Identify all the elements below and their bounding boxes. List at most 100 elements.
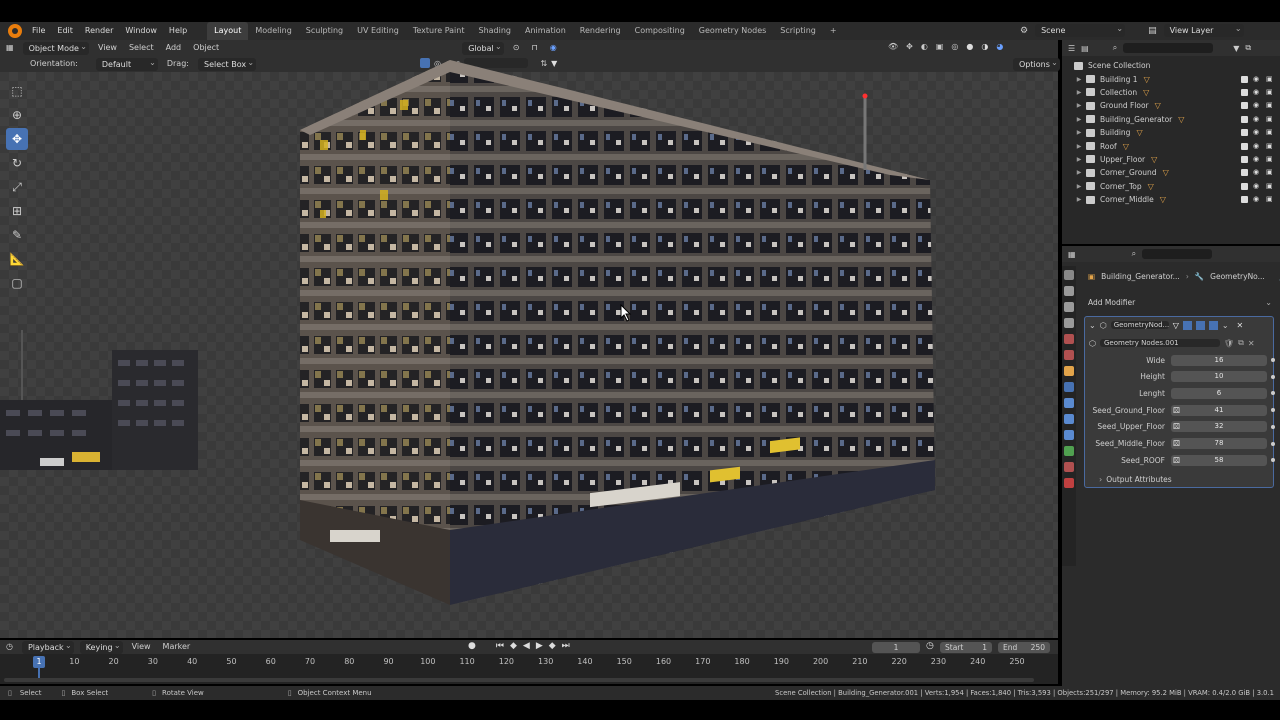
drag-selector[interactable]: Select Box [197, 56, 257, 71]
eye-icon[interactable]: ◉ [1253, 196, 1261, 203]
camera-icon[interactable]: ▣ [1266, 142, 1274, 150]
keyframe-dot-icon[interactable] [1271, 408, 1275, 413]
transform-orientation-selector[interactable]: Global [462, 40, 504, 55]
camera-icon[interactable]: ▣ [1266, 75, 1274, 83]
modifier-input-value[interactable]: 32 [1171, 421, 1267, 433]
output-attributes-subpanel[interactable]: › Output Attributes [1099, 475, 1172, 484]
eye-icon[interactable]: ◉ [1253, 129, 1261, 136]
new-collection-icon[interactable]: ⧉ [1245, 43, 1251, 53]
eye-icon[interactable]: ◉ [1253, 155, 1261, 163]
outliner-editor-icon[interactable]: ☰ [1068, 44, 1075, 53]
mode-selector[interactable]: Object Mode [22, 40, 89, 55]
move-tool-icon[interactable]: ✥ [6, 128, 28, 150]
outliner-item[interactable]: ▶ Collection ▽ ◉ ▣ [1062, 86, 1280, 99]
timeline-scrubber[interactable]: 1 10 20 30 40 50 60 70 80 90 100 110 120 130 140 150 160… [0, 654, 1058, 684]
timeline-editor-icon[interactable]: ◷ [0, 639, 19, 655]
play-reverse-icon[interactable]: ◀ [523, 641, 530, 651]
timeline-view-menu[interactable]: View [126, 639, 157, 655]
shading-wireframe-icon[interactable]: ◎ [951, 42, 958, 51]
exclude-checkbox[interactable] [1241, 142, 1248, 150]
play-icon[interactable]: ▶ [536, 641, 543, 651]
outliner-item[interactable]: ▶ Corner_Ground ▽ ◉ ▣ [1062, 166, 1280, 179]
shading-material-icon[interactable]: ◑ [981, 42, 988, 51]
outliner-item[interactable]: ▶ Building ▽ ◉ ▣ [1062, 126, 1280, 139]
xray-icon[interactable]: ▣ [936, 42, 944, 51]
tab-scripting[interactable]: Scripting [773, 22, 823, 40]
cage-toggle-icon[interactable] [1182, 320, 1192, 330]
scale-tool-icon[interactable]: ⤢ [6, 176, 28, 198]
exclude-checkbox[interactable] [1241, 182, 1248, 190]
remove-modifier-icon[interactable]: ✕ [1237, 321, 1244, 330]
prev-key-icon[interactable]: ◆ [510, 641, 517, 651]
menu-edit[interactable]: Edit [51, 22, 79, 40]
outliner-scene-collection[interactable]: Scene Collection [1062, 59, 1280, 72]
outliner-search-icon[interactable]: ⌕ [1113, 43, 1117, 53]
camera-icon[interactable]: ▣ [1266, 115, 1274, 123]
outliner-item[interactable]: ▶ Corner_Middle ▽ ◉ ▣ [1062, 193, 1280, 206]
blender-logo-icon[interactable] [8, 24, 22, 38]
material-tab-icon[interactable] [1064, 462, 1074, 472]
shading-rendered-icon[interactable]: ◕ [996, 42, 1003, 51]
eye-icon[interactable]: ◉ [1253, 115, 1261, 123]
data-tab-icon[interactable] [1064, 446, 1074, 456]
outliner-item[interactable]: ▶ Building_Generator ▽ ◉ ▣ [1062, 113, 1280, 126]
cursor-tool-icon[interactable]: ⊕ [6, 104, 28, 126]
orientation-selector[interactable]: Default [95, 56, 158, 71]
display-mode-icon[interactable]: ▤ [1081, 44, 1089, 53]
proportional-edit-icon[interactable]: ◉ [544, 40, 563, 56]
eye-icon[interactable]: ◉ [1253, 88, 1261, 96]
modifier-input-value[interactable]: 16 [1171, 354, 1267, 366]
expand-arrow-icon[interactable]: ▶ [1074, 129, 1084, 136]
exclude-checkbox[interactable] [1241, 196, 1248, 204]
node-group-field[interactable]: Geometry Nodes.001 [1099, 339, 1220, 347]
output-tab-icon[interactable] [1064, 302, 1074, 312]
expand-arrow-icon[interactable]: ▶ [1074, 89, 1084, 96]
viewport-toggle-icon[interactable] [1195, 320, 1205, 330]
properties-search-icon[interactable]: ⌕ [1132, 249, 1136, 259]
keyframe-dot-icon[interactable] [1271, 424, 1275, 429]
select-box-tool-icon[interactable]: ⬚ [6, 80, 28, 102]
menu-window[interactable]: Window [119, 22, 163, 40]
building-model[interactable] [290, 60, 950, 630]
preview-range-icon[interactable]: ◷ [926, 641, 934, 651]
keying-menu[interactable]: Keying [79, 639, 123, 654]
eye-icon[interactable]: ◉ [1253, 75, 1261, 83]
outliner-item[interactable]: ▶ Upper_Floor ▽ ◉ ▣ [1062, 153, 1280, 166]
camera-icon[interactable]: ▣ [1266, 102, 1274, 109]
jump-start-icon[interactable]: ⏮ [496, 641, 504, 651]
tab-compositing[interactable]: Compositing [628, 22, 692, 40]
timeline-scrollbar[interactable] [4, 678, 1034, 682]
collapse-chevron-icon[interactable]: ⌄ [1089, 321, 1096, 330]
modifier-name-field[interactable]: GeometryNod... [1110, 321, 1169, 329]
duplicate-icon[interactable]: ⧉ [1238, 338, 1244, 348]
camera-icon[interactable]: ▣ [1266, 182, 1274, 190]
keyframe-dot-icon[interactable] [1271, 358, 1275, 362]
modifier-input-value[interactable]: 10 [1171, 371, 1267, 383]
keyframe-dot-icon[interactable] [1271, 391, 1275, 396]
add-cube-tool-icon[interactable]: ▢ [6, 272, 28, 294]
exclude-checkbox[interactable] [1241, 155, 1248, 163]
outliner-item[interactable]: ▶ Corner_Top ▽ ◉ ▣ [1062, 180, 1280, 193]
menu-add[interactable]: Add [160, 40, 188, 56]
camera-icon[interactable]: ▣ [1266, 196, 1274, 203]
modifier-input-value[interactable]: 41 [1171, 404, 1267, 416]
view-layer-tab-icon[interactable] [1064, 318, 1074, 328]
scene-selector[interactable]: Scene [1035, 22, 1126, 37]
annotate-tool-icon[interactable]: ✎ [6, 224, 28, 246]
editor-type-icon[interactable]: ▦ [0, 40, 20, 56]
particles-tab-icon[interactable] [1064, 398, 1074, 408]
camera-icon[interactable]: ▣ [1266, 169, 1274, 176]
outliner-filter-icon[interactable]: ▼ [1233, 44, 1239, 53]
expand-arrow-icon[interactable]: ▶ [1074, 183, 1084, 190]
add-modifier-button[interactable]: Add Modifier ⌄ [1084, 295, 1276, 309]
edit-mode-toggle-icon[interactable]: ▽ [1173, 321, 1179, 330]
keyframe-dot-icon[interactable] [1271, 458, 1275, 463]
modifier-input-value[interactable]: 6 [1171, 387, 1267, 399]
modifier-menu-chevron-icon[interactable]: ⌄ [1222, 321, 1229, 330]
gizmo-icon[interactable]: ✥ [906, 42, 913, 51]
expand-arrow-icon[interactable]: ▶ [1074, 143, 1084, 150]
measure-tool-icon[interactable]: 📐 [6, 248, 28, 270]
current-frame-field[interactable]: 1 [872, 642, 920, 653]
visibility-icon[interactable]: 👁 [888, 42, 898, 51]
keyframe-dot-icon[interactable] [1271, 441, 1275, 446]
